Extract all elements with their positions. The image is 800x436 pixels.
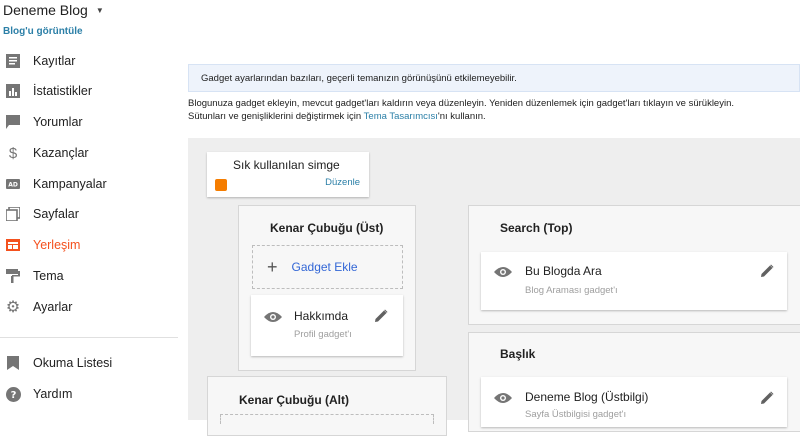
sidebar-item-pages[interactable]: Sayfalar	[0, 202, 178, 226]
sidebar-item-label: Yorumlar	[33, 115, 83, 129]
sidebar-item-label: Kazançlar	[33, 146, 89, 160]
sidebar-item-label: Yardım	[33, 387, 73, 401]
sidebar-item-label: Kayıtlar	[33, 54, 76, 68]
gadget-type: Blog Araması gadget'ı	[525, 285, 618, 296]
comments-icon	[5, 114, 21, 130]
sidebar-item-earnings[interactable]: $ Kazançlar	[0, 141, 178, 165]
sidebar-item-label: Ayarlar	[33, 300, 73, 314]
notice-text: Gadget ayarlarından bazıları, geçerli te…	[201, 72, 517, 84]
svg-text:?: ?	[10, 390, 16, 401]
edit-pencil-icon[interactable]	[373, 308, 389, 324]
favicon-gadget[interactable]: Sık kullanılan simge Düzenle	[207, 152, 369, 197]
stats-icon	[5, 83, 21, 99]
desc-text: Sütunları ve genişliklerini değiştirmek …	[188, 111, 364, 122]
visibility-icon[interactable]	[264, 311, 282, 323]
sidebar-divider	[0, 337, 178, 338]
sidebar-item-settings[interactable]: ⚙ Ayarlar	[0, 295, 178, 319]
edit-pencil-icon[interactable]	[759, 390, 775, 406]
sidebar-item-reading-list[interactable]: Okuma Listesi	[0, 351, 178, 375]
sidebar-item-label: Yerleşim	[33, 238, 81, 252]
gadget-name: Bu Blogda Ara	[525, 264, 602, 278]
gadget-name: Hakkımda	[294, 309, 349, 323]
theme-icon	[5, 268, 21, 284]
dollar-icon: $	[8, 144, 18, 162]
visibility-icon[interactable]	[494, 266, 512, 278]
blogger-logo-icon	[215, 179, 227, 191]
sidebar-item-theme[interactable]: Tema	[0, 264, 178, 288]
add-gadget-slot[interactable]	[220, 414, 434, 424]
gadget-card-about[interactable]: Hakkımda Profil gadget'ı	[251, 295, 403, 356]
add-gadget-label: Gadget Ekle	[291, 260, 358, 274]
gadget-type: Profil gadget'ı	[294, 329, 352, 340]
plus-icon: +	[267, 257, 278, 277]
blog-selector[interactable]: Deneme Blog ▼	[3, 2, 104, 18]
desc-line-2: Sütunları ve genişliklerini değiştirmek …	[188, 110, 798, 123]
edit-pencil-icon[interactable]	[759, 263, 775, 279]
gadget-type: Sayfa Üstbilgisi gadget'ı	[525, 409, 627, 420]
sidebar-item-label: Kampanyalar	[33, 177, 107, 191]
svg-text:AD: AD	[8, 182, 18, 189]
pages-icon	[5, 206, 21, 222]
visibility-icon[interactable]	[494, 392, 512, 404]
posts-icon	[5, 53, 21, 69]
layout-icon	[5, 237, 21, 253]
theme-designer-link[interactable]: Tema Tasarımcısı	[364, 111, 438, 122]
gadget-name: Deneme Blog (Üstbilgi)	[525, 390, 649, 404]
desc-line-1: Blogunuza gadget ekleyin, mevcut gadget'…	[188, 98, 734, 109]
sidebar: Deneme Blog ▼ Blog'u görüntüle Kayıtlar …	[0, 0, 178, 420]
section-title: Kenar Çubuğu (Üst)	[270, 221, 384, 235]
section-title: Kenar Çubuğu (Alt)	[239, 393, 349, 407]
help-icon: ?	[5, 386, 21, 402]
section-title: Search (Top)	[500, 221, 573, 235]
notice-banner: Gadget ayarlarından bazıları, geçerli te…	[188, 64, 800, 92]
section-title: Başlık	[500, 347, 536, 361]
sidebar-item-comments[interactable]: Yorumlar	[0, 110, 178, 134]
gadget-card-search[interactable]: Bu Blogda Ara Blog Araması gadget'ı	[481, 252, 787, 310]
settings-icon: ⚙	[5, 299, 21, 316]
sidebar-item-label: Tema	[33, 269, 64, 283]
view-blog-link[interactable]: Blog'u görüntüle	[3, 26, 83, 37]
sidebar-item-label: Sayfalar	[33, 207, 79, 221]
sidebar-item-layout[interactable]: Yerleşim	[0, 233, 178, 257]
sidebar-item-help[interactable]: ? Yardım	[0, 382, 178, 406]
sidebar-item-posts[interactable]: Kayıtlar	[0, 49, 178, 73]
bookmark-icon	[5, 355, 21, 371]
sidebar-item-campaigns[interactable]: AD Kampanyalar	[0, 172, 178, 196]
sidebar-item-label: İstatistikler	[33, 84, 93, 98]
ad-icon: AD	[5, 176, 21, 192]
layout-description: Blogunuza gadget ekleyin, mevcut gadget'…	[188, 97, 798, 123]
sidebar-item-label: Okuma Listesi	[33, 356, 113, 370]
caret-down-icon: ▼	[95, 5, 104, 15]
add-gadget-button[interactable]: + Gadget Ekle	[252, 245, 403, 289]
favicon-title: Sık kullanılan simge	[233, 158, 340, 172]
edit-link[interactable]: Düzenle	[325, 177, 360, 188]
sidebar-item-stats[interactable]: İstatistikler	[0, 79, 178, 103]
desc-text: 'nı kullanın.	[437, 111, 486, 122]
blog-title: Deneme Blog	[3, 2, 88, 18]
